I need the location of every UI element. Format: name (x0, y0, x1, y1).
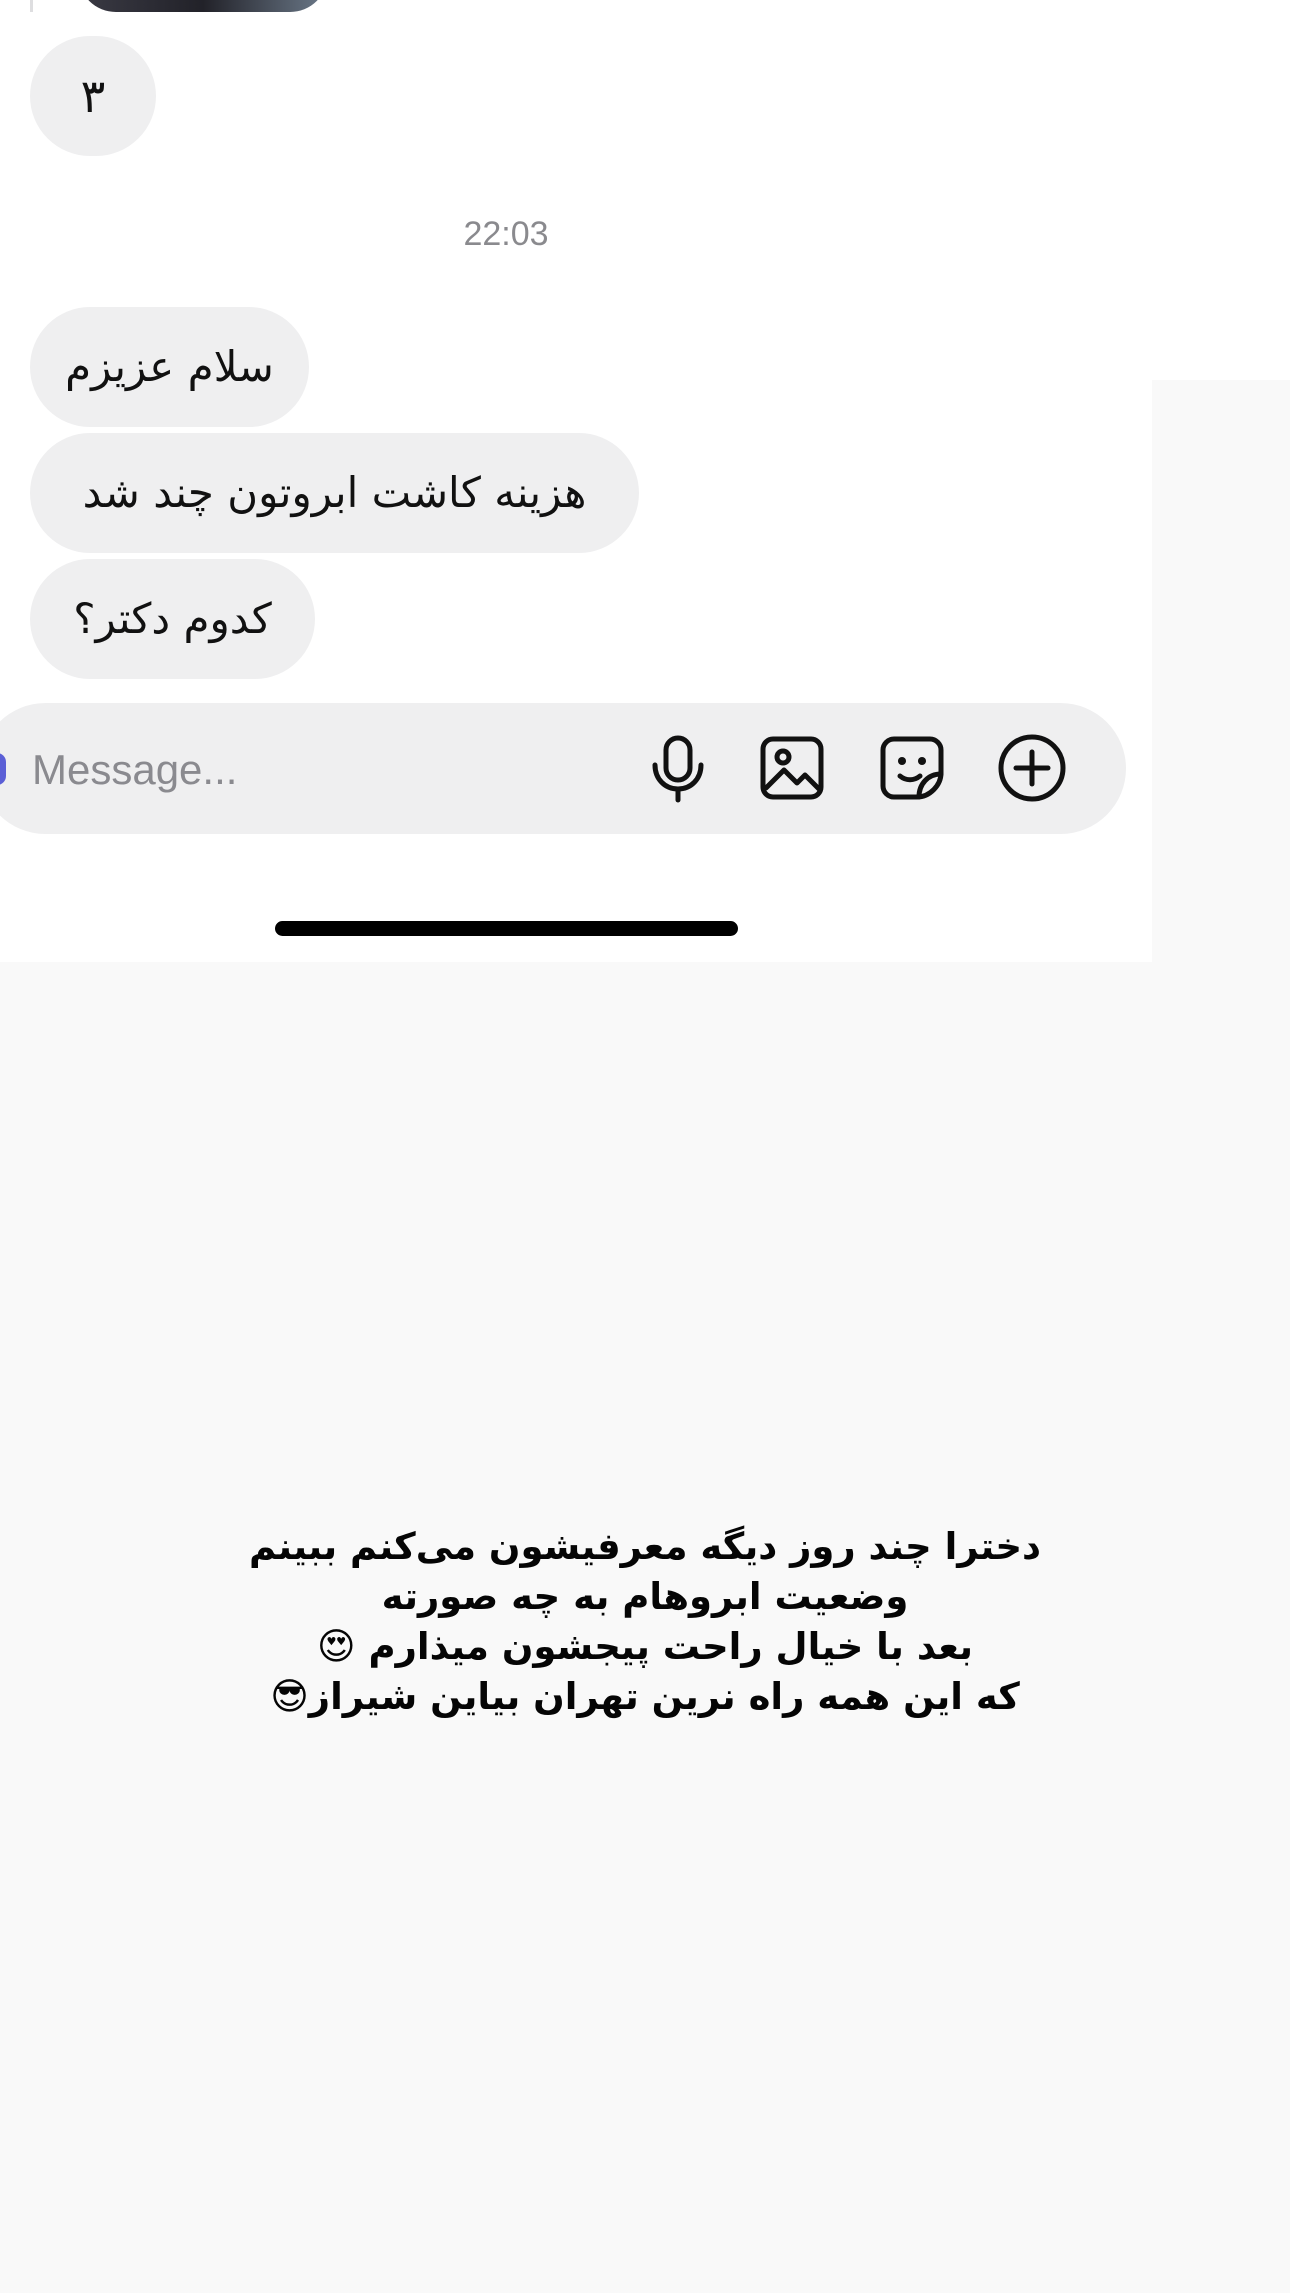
message-text: هزینه کاشت ابروتون چند شد (82, 468, 587, 517)
story-caption: دخترا چند روز دیگه معرفیشون می‌کنم ببینم… (160, 1522, 1130, 1722)
microphone-icon[interactable] (640, 730, 716, 806)
shared-photo-border (30, 0, 33, 12)
message-bubble[interactable]: کدوم دکتر؟ (30, 559, 315, 679)
caption-line: وضعیت ابروهام به چه صورته (381, 1575, 909, 1618)
home-indicator (275, 921, 738, 936)
caption-line: دخترا چند روز دیگه معرفیشون می‌کنم ببینم (248, 1525, 1042, 1568)
image-icon[interactable] (754, 730, 830, 806)
message-bubble[interactable]: سلام عزیزم (30, 307, 309, 427)
plus-icon[interactable] (994, 730, 1070, 806)
message-text: سلام عزیزم (65, 342, 274, 391)
message-timestamp: 22:03 (463, 215, 549, 253)
chat-screenshot: ٣ 22:03 سلام عزیزم هزینه کاشت ابروتون چن… (0, 0, 1152, 962)
message-bubble[interactable]: هزینه کاشت ابروتون چند شد (30, 433, 639, 553)
message-number-text: ٣ (80, 69, 106, 123)
sticker-icon[interactable] (874, 730, 950, 806)
caption-line: بعد با خیال راحت پیجشون میذارم 😍 (317, 1625, 973, 1668)
message-input[interactable] (30, 738, 594, 802)
message-text: کدوم دکتر؟ (73, 594, 272, 643)
caption-line: که این همه راه نرین تهران بیاین شیراز😎 (270, 1675, 1020, 1718)
shared-photo-preview[interactable] (78, 0, 328, 12)
message-bubble-number[interactable]: ٣ (30, 36, 156, 156)
screenshot-edge (1152, 0, 1290, 380)
